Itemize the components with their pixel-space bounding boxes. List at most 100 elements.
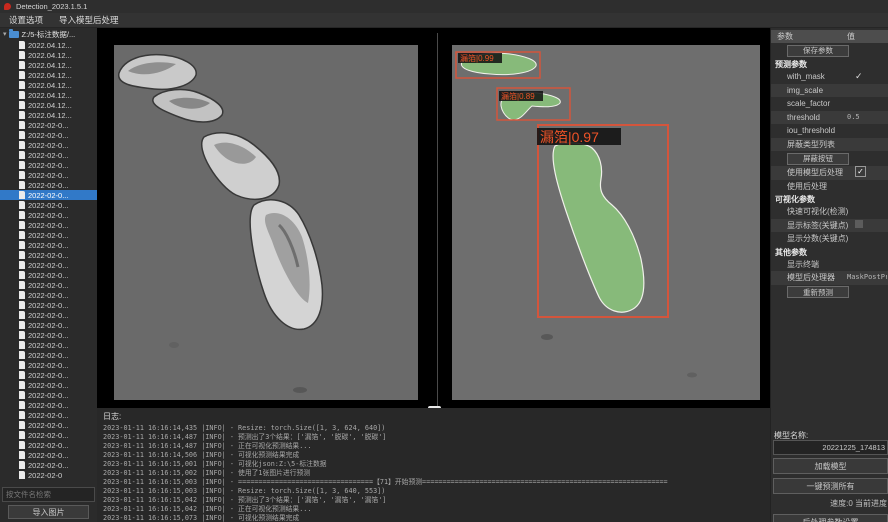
param-value[interactable]: ✓	[847, 166, 887, 180]
param-label: threshold	[771, 113, 820, 122]
tree-item[interactable]: 2022-02-0...	[0, 230, 97, 240]
log-line: 2023-01-11 16:16:15,002 |INFO| - 使用了1张图片…	[103, 469, 770, 478]
load-model-button[interactable]: 加载模型	[773, 458, 888, 474]
predict-all-button[interactable]: 一键预测所有	[773, 478, 888, 494]
tree-item[interactable]: 2022-02-0...	[0, 460, 97, 470]
detection-label: 漏箔|0.89	[501, 91, 535, 101]
tree-item-label: 2022-02-0...	[28, 171, 68, 180]
log-line: 2023-01-11 16:16:15,001 |INFO| - 可视化json…	[103, 460, 770, 469]
param-button[interactable]: 屏蔽按钮	[787, 153, 849, 165]
param-label: 显示终端	[771, 260, 819, 269]
tree-item[interactable]: 2022-02-0...	[0, 430, 97, 440]
tree-item[interactable]: 2022.04.12...	[0, 80, 97, 90]
param-value[interactable]	[847, 219, 887, 233]
tree-item[interactable]: 2022-02-0	[0, 470, 97, 480]
import-image-button[interactable]: 导入图片	[8, 505, 89, 519]
file-icon	[19, 291, 25, 299]
tree-item-label: 2022-02-0...	[28, 231, 68, 240]
chevron-down-icon[interactable]: ▾	[3, 30, 7, 38]
param-row: threshold 0.5	[771, 111, 888, 125]
menu-item-import-postprocess[interactable]: 导入模型后处理	[59, 14, 119, 26]
file-icon	[19, 341, 25, 349]
tree-root-folder[interactable]: ▾ Z:/5-标注数据/...	[0, 28, 97, 40]
tree-item-label: 2022-02-0...	[28, 421, 68, 430]
tree-item[interactable]: 2022-02-0...	[0, 370, 97, 380]
tree-item[interactable]: 2022.04.12...	[0, 100, 97, 110]
tree-item[interactable]: 2022.04.12...	[0, 50, 97, 60]
file-icon	[19, 251, 25, 259]
tree-item[interactable]: 2022-02-0...	[0, 150, 97, 160]
tree-item[interactable]: 2022-02-0...	[0, 330, 97, 340]
param-value[interactable]: 0.5	[847, 111, 887, 125]
param-row: 模型后处理器MaskPostPro	[771, 271, 888, 285]
file-icon	[19, 311, 25, 319]
tree-item-label: 2022-02-0...	[28, 341, 68, 350]
tree-item[interactable]: 2022-02-0...	[0, 180, 97, 190]
file-icon	[19, 281, 25, 289]
tree-item[interactable]: 2022-02-0...	[0, 390, 97, 400]
checkmark-icon: ✓	[855, 71, 863, 81]
tree-item[interactable]: 2022-02-0...	[0, 220, 97, 230]
tree-item[interactable]: 2022-02-0...	[0, 120, 97, 130]
file-icon	[19, 461, 25, 469]
tree-item[interactable]: 2022-02-0...	[0, 360, 97, 370]
tree-item[interactable]: 2022.04.12...	[0, 40, 97, 50]
param-checkbox[interactable]	[855, 220, 863, 228]
postprocess-settings-button[interactable]: 后处理参数设置	[773, 514, 888, 522]
file-tree-items: 2022.04.12...2022.04.12...2022.04.12...2…	[0, 40, 97, 480]
param-label: with_mask	[771, 72, 825, 81]
title-bar: Detection_2023.1.5.1	[0, 0, 888, 13]
tree-item[interactable]: 2022-02-0...	[0, 130, 97, 140]
tree-item[interactable]: 2022-02-0...	[0, 300, 97, 310]
tree-item[interactable]: 2022-02-0...	[0, 450, 97, 460]
tree-item[interactable]: 2022-02-0...	[0, 440, 97, 450]
tree-item-label: 2022.04.12...	[28, 41, 72, 50]
file-icon	[19, 231, 25, 239]
model-name-field[interactable]: 20221225_174813	[773, 440, 888, 455]
tree-item[interactable]: 2022-02-0...	[0, 420, 97, 430]
tree-item[interactable]: 2022.04.12...	[0, 110, 97, 120]
param-checkbox[interactable]: ✓	[855, 166, 866, 177]
tree-item-label: 2022-02-0...	[28, 431, 68, 440]
tree-item[interactable]: 2022-02-0...	[0, 350, 97, 360]
tree-item[interactable]: 2022-02-0...	[0, 400, 97, 410]
tree-item[interactable]: 2022-02-0...	[0, 200, 97, 210]
log-line: 2023-01-11 16:16:14,487 |INFO| - 预测出了3个结…	[103, 433, 770, 442]
tree-item[interactable]: 2022.04.12...	[0, 60, 97, 70]
tree-item[interactable]: 2022-02-0...	[0, 380, 97, 390]
tree-item[interactable]: 2022-02-0...	[0, 190, 97, 200]
param-row: 显示终端	[771, 258, 888, 272]
file-icon	[19, 151, 25, 159]
tree-item[interactable]: 2022-02-0...	[0, 280, 97, 290]
params-header: 参数 值	[771, 30, 888, 43]
param-row: 快速可视化(检测)	[771, 205, 888, 219]
param-value[interactable]: MaskPostPro	[847, 271, 887, 285]
menu-item-settings[interactable]: 设置选项	[9, 14, 43, 26]
tree-item[interactable]: 2022-02-0...	[0, 140, 97, 150]
tree-item[interactable]: 2022-02-0...	[0, 160, 97, 170]
param-row: 屏蔽类型列表	[771, 138, 888, 152]
tree-item[interactable]: 2022-02-0...	[0, 260, 97, 270]
tree-item[interactable]: 2022-02-0...	[0, 210, 97, 220]
tree-item[interactable]: 2022.04.12...	[0, 90, 97, 100]
tree-item[interactable]: 2022-02-0...	[0, 240, 97, 250]
param-value[interactable]: ✓	[847, 70, 887, 85]
tree-item[interactable]: 2022-02-0...	[0, 320, 97, 330]
param-button[interactable]: 重新预测	[787, 286, 849, 298]
tree-item[interactable]: 2022-02-0...	[0, 270, 97, 280]
tree-item-label: 2022-02-0...	[28, 301, 68, 310]
tree-item[interactable]: 2022-02-0...	[0, 250, 97, 260]
param-button[interactable]: 保存参数	[787, 45, 849, 57]
tree-item[interactable]: 2022-02-0...	[0, 310, 97, 320]
annotated-image: 漏箔|0.99 漏箔|0.89 漏箔|0.97	[452, 45, 760, 400]
tree-item-label: 2022-02-0...	[28, 351, 68, 360]
param-button-row: 保存参数	[771, 43, 888, 58]
tree-item[interactable]: 2022-02-0...	[0, 340, 97, 350]
search-input[interactable]	[2, 487, 95, 502]
tree-item[interactable]: 2022-02-0...	[0, 290, 97, 300]
tree-item-label: 2022-02-0...	[28, 311, 68, 320]
tree-item-label: 2022-02-0...	[28, 361, 68, 370]
tree-item[interactable]: 2022.04.12...	[0, 70, 97, 80]
tree-item[interactable]: 2022-02-0...	[0, 410, 97, 420]
tree-item[interactable]: 2022-02-0...	[0, 170, 97, 180]
